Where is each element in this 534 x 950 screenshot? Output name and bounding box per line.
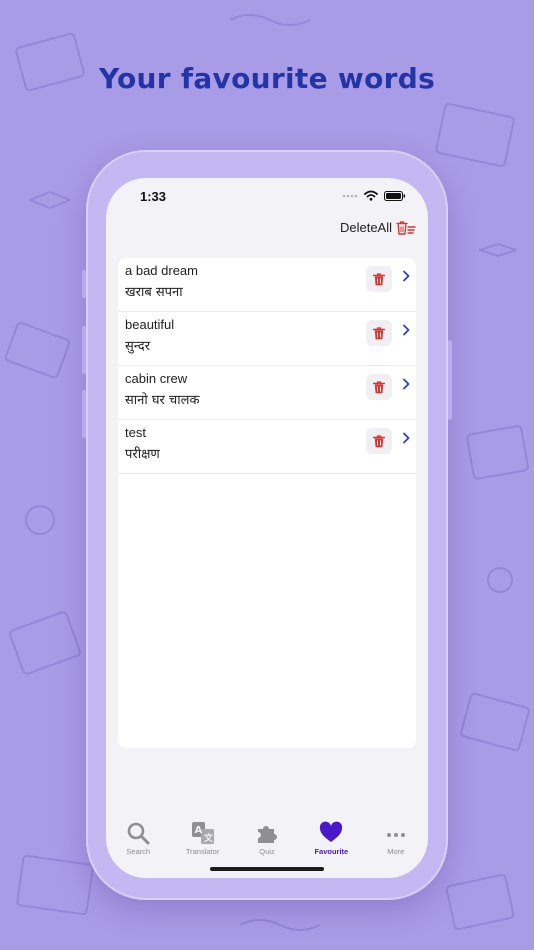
- tab-more[interactable]: More: [364, 821, 428, 856]
- wifi-icon: [364, 190, 378, 201]
- delete-all-label: DeleteAll: [339, 220, 392, 235]
- tab-bar: Search A 文 Translator Quiz Favourite Mor…: [106, 816, 428, 856]
- word-hindi: खराब सपना: [125, 285, 183, 300]
- trash-icon: [373, 326, 385, 339]
- home-indicator: [210, 867, 324, 871]
- trash-icon: [373, 380, 385, 393]
- puzzle-icon: [257, 826, 277, 843]
- delete-all-icon: [396, 220, 416, 235]
- tab-search[interactable]: Search: [106, 821, 170, 856]
- svg-text:A: A: [194, 825, 202, 836]
- more-dots-icon: [386, 833, 405, 837]
- page-headline: Your favourite words: [98, 62, 436, 95]
- heart-icon: [320, 821, 343, 842]
- phone-volume-up: [82, 326, 86, 374]
- status-icons: [342, 190, 406, 201]
- favourite-row[interactable]: test परीक्षण: [118, 420, 416, 474]
- delete-word-button[interactable]: [366, 266, 392, 292]
- chevron-right-icon[interactable]: [402, 270, 410, 282]
- chevron-right-icon[interactable]: [402, 432, 410, 444]
- tab-label: Search: [126, 847, 151, 856]
- delete-all-button[interactable]: DeleteAll: [340, 220, 416, 235]
- tab-label: Quiz: [259, 847, 275, 856]
- word-hindi: सानो घर चालक: [125, 393, 200, 408]
- translate-icon: A 文: [191, 822, 214, 844]
- phone-power-button: [448, 340, 452, 420]
- chevron-right-icon[interactable]: [402, 324, 410, 336]
- word-english: a bad dream: [125, 263, 198, 278]
- favourites-list: a bad dream खराब सपना beautiful सुन्दर cabi…: [118, 258, 416, 748]
- word-english: cabin crew: [125, 371, 188, 386]
- word-english: test: [125, 425, 146, 440]
- signal-icon: [342, 194, 358, 197]
- trash-icon: [373, 272, 385, 285]
- phone-side-button: [82, 270, 86, 298]
- tab-label: Translator: [185, 847, 220, 856]
- tab-label: Favourite: [314, 847, 349, 856]
- delete-word-button[interactable]: [366, 374, 392, 400]
- delete-word-button[interactable]: [366, 428, 392, 454]
- favourite-row[interactable]: beautiful सुन्दर: [118, 312, 416, 366]
- phone-volume-down: [82, 390, 86, 438]
- tab-favourite[interactable]: Favourite: [299, 821, 363, 856]
- battery-icon: [384, 190, 406, 201]
- word-english: beautiful: [125, 317, 175, 332]
- tab-translator[interactable]: A 文 Translator: [171, 821, 235, 856]
- favourite-row[interactable]: cabin crew सानो घर चालक: [118, 366, 416, 420]
- phone-screen: 1:33 DeleteAll a bad dream खराब सपना beau…: [106, 178, 428, 878]
- search-icon: [127, 822, 150, 845]
- svg-text:文: 文: [203, 832, 214, 844]
- chevron-right-icon[interactable]: [402, 378, 410, 390]
- tab-quiz[interactable]: Quiz: [235, 821, 299, 856]
- word-hindi: सुन्दर: [125, 339, 151, 354]
- tab-label: More: [387, 847, 405, 856]
- delete-word-button[interactable]: [366, 320, 392, 346]
- status-time: 1:33: [140, 189, 167, 204]
- favourite-row[interactable]: a bad dream खराब सपना: [118, 258, 416, 312]
- word-hindi: परीक्षण: [125, 447, 160, 462]
- trash-icon: [373, 434, 385, 447]
